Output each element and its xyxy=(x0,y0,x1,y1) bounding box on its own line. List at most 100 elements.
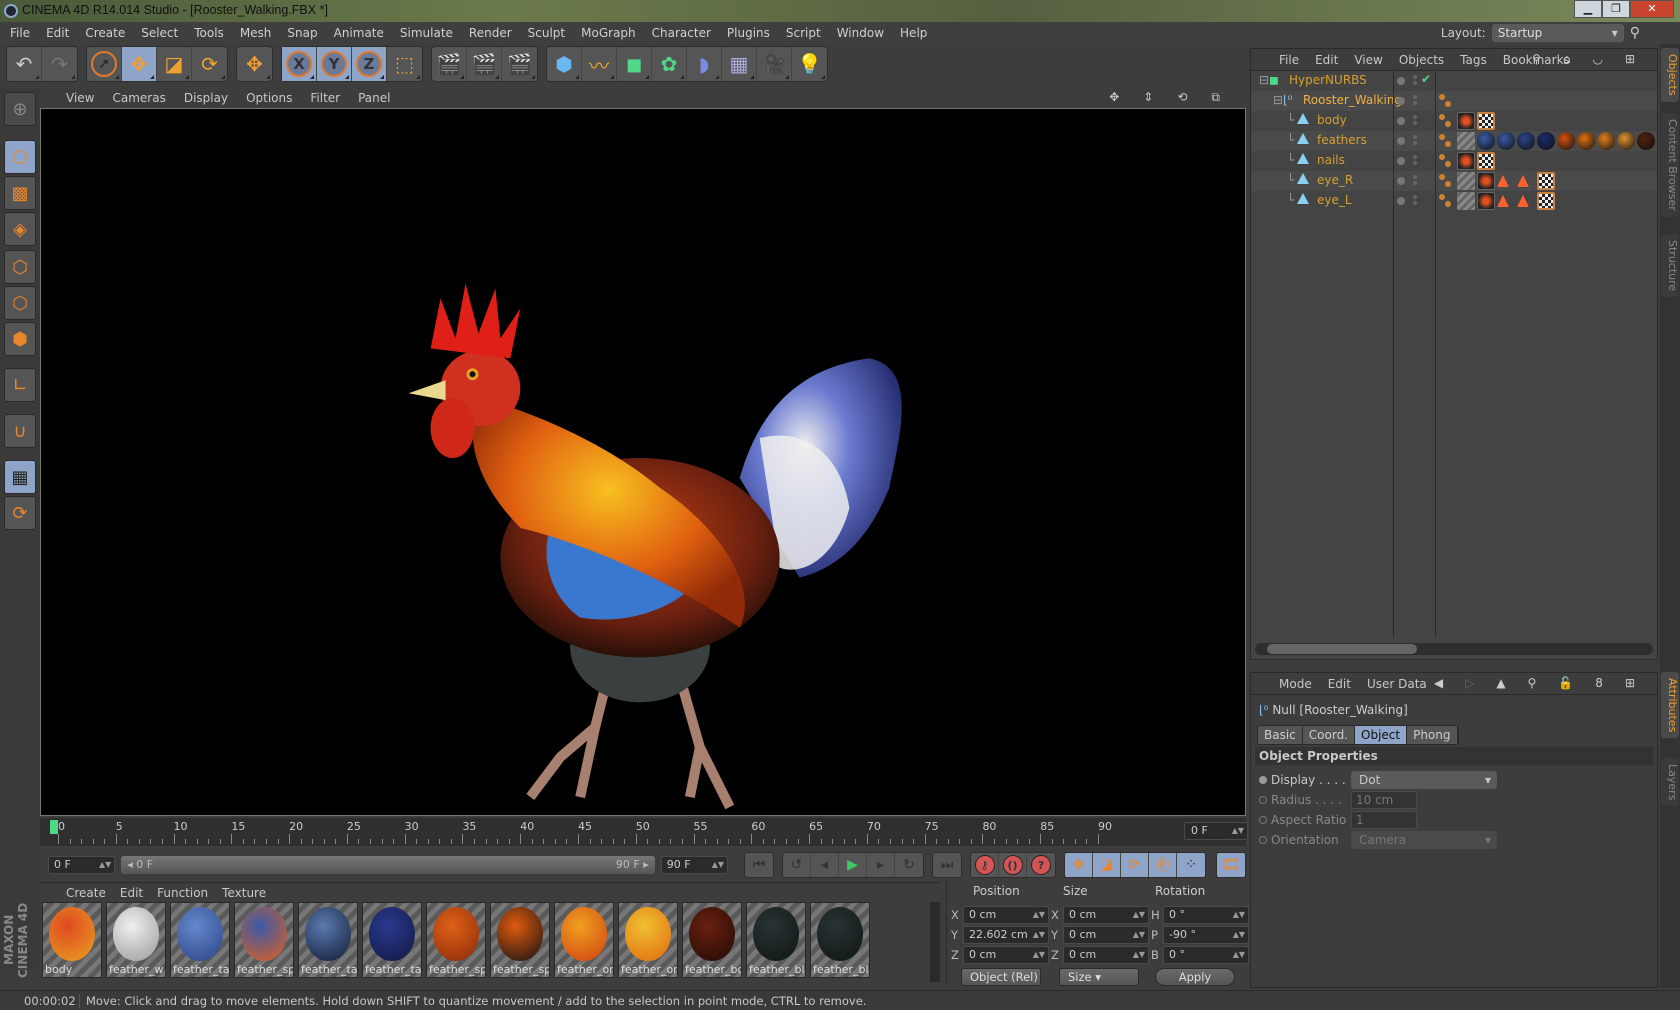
rotation-field[interactable]: 0 ° ▲▼ xyxy=(1163,946,1249,964)
animate-radio-icon[interactable] xyxy=(1259,816,1267,824)
menu-snap[interactable]: Snap xyxy=(287,26,317,40)
recent-tool-icon[interactable]: ✥ xyxy=(237,47,272,81)
selection-tag-icon[interactable] xyxy=(1497,175,1509,187)
back-arrow-icon[interactable]: ◀ xyxy=(1434,676,1443,690)
material-menu-texture[interactable]: Texture xyxy=(222,886,266,900)
object-row[interactable]: ⊟ ⌊⁰ Rooster_Walking xyxy=(1251,91,1657,111)
material-swatch[interactable]: feather_tai xyxy=(170,902,230,978)
rotation-field[interactable]: -90 ° ▲▼ xyxy=(1163,926,1249,944)
tree-expand-icon[interactable]: └ xyxy=(1287,113,1294,127)
animate-radio-icon[interactable] xyxy=(1259,836,1267,844)
tree-expand-icon[interactable]: ⊟ xyxy=(1273,93,1283,107)
workplane-mode-icon[interactable]: ◈ xyxy=(4,212,36,246)
enabled-checkmark[interactable]: ✔ xyxy=(1421,72,1431,86)
deformer-bend-icon[interactable]: ◗ xyxy=(687,47,722,81)
next-frame-icon[interactable]: ▸ xyxy=(867,853,895,877)
material-swatch[interactable]: body xyxy=(42,902,102,978)
go-to-start-icon[interactable]: ⏮ xyxy=(745,853,773,877)
object-menu-edit[interactable]: Edit xyxy=(1315,53,1338,67)
cube-icon[interactable]: ⬢ xyxy=(547,47,582,81)
material-tag-icon[interactable] xyxy=(1457,112,1475,130)
render-picture-viewer-icon[interactable]: 🎬 xyxy=(467,47,502,81)
material-swatch[interactable]: feather_spi xyxy=(490,902,550,978)
object-menu-view[interactable]: View xyxy=(1354,53,1382,67)
menu-file[interactable]: File xyxy=(10,26,30,40)
material-swatch[interactable]: feather_tai xyxy=(298,902,358,978)
previous-key-icon[interactable]: ↺ xyxy=(783,853,811,877)
hypernurbs-icon[interactable]: ◼ xyxy=(617,47,652,81)
position-key-icon[interactable]: ✥ xyxy=(1065,853,1093,877)
object-row[interactable]: └ body xyxy=(1251,111,1657,131)
menu-sculpt[interactable]: Sculpt xyxy=(528,26,565,40)
scale-key-icon[interactable]: ◪ xyxy=(1093,853,1121,877)
material-tag-icon[interactable] xyxy=(1477,172,1495,190)
viewport-menu-view[interactable]: View xyxy=(66,91,94,105)
rotation-key-icon[interactable]: ⟳ xyxy=(1121,853,1149,877)
material-swatch[interactable]: feather_ora xyxy=(554,902,614,978)
menu-help[interactable]: Help xyxy=(900,26,927,40)
forward-arrow-icon[interactable]: ▷ xyxy=(1465,676,1474,690)
menu-edit[interactable]: Edit xyxy=(46,26,69,40)
maximize-icon[interactable]: ⧉ xyxy=(1211,90,1220,105)
link-icon[interactable]: 8 xyxy=(1595,676,1603,690)
property-dropdown[interactable]: Dot xyxy=(1351,771,1497,789)
material-swatch[interactable]: feather_bla xyxy=(810,902,870,978)
visibility-dot[interactable] xyxy=(1397,177,1405,185)
material-scrollbar[interactable] xyxy=(930,902,940,982)
side-tab-layers[interactable]: Layers xyxy=(1661,758,1679,807)
material-tag-icon[interactable] xyxy=(1477,132,1495,150)
new-panel-icon[interactable]: ⊞ xyxy=(1625,52,1635,66)
3d-viewport[interactable] xyxy=(40,108,1246,816)
axis-mode-icon[interactable]: ∟ xyxy=(4,368,36,402)
material-swatch[interactable]: feather_spi xyxy=(234,902,294,978)
menu-select[interactable]: Select xyxy=(141,26,178,40)
render-settings-icon[interactable]: 🎬 xyxy=(502,47,537,81)
position-field[interactable]: 0 cm ▲▼ xyxy=(963,906,1049,924)
material-swatch[interactable]: feather_tai xyxy=(362,902,422,978)
orbit-icon[interactable]: ⟲ xyxy=(1177,90,1187,105)
next-key-icon[interactable]: ↻ xyxy=(895,853,923,877)
material-tag-icon[interactable] xyxy=(1477,192,1495,210)
floor-icon[interactable]: ▦ xyxy=(722,47,757,81)
point-level-key-icon[interactable]: ⁘ xyxy=(1177,853,1205,877)
object-row[interactable]: └ feathers xyxy=(1251,131,1657,151)
object-row[interactable]: └ eye_R xyxy=(1251,171,1657,191)
size-mode-dropdown[interactable]: Size ▾ xyxy=(1059,968,1139,986)
uvw-tag-icon[interactable] xyxy=(1537,172,1555,190)
menu-script[interactable]: Script xyxy=(786,26,821,40)
model-mode-icon[interactable]: ⬡ xyxy=(4,140,36,174)
selection-tag-icon[interactable] xyxy=(1517,175,1529,187)
spline-pen-icon[interactable]: 〰 xyxy=(582,47,617,81)
material-swatch[interactable]: feather_spi xyxy=(426,902,486,978)
material-swatch[interactable]: feather_bo xyxy=(682,902,742,978)
material-menu-edit[interactable]: Edit xyxy=(120,886,143,900)
uvw-tag-icon[interactable] xyxy=(1477,152,1495,170)
texture-tag-icon[interactable] xyxy=(1457,132,1475,150)
viewport-menu-panel[interactable]: Panel xyxy=(358,91,390,105)
start-frame-field[interactable]: 0 F ▲▼ xyxy=(48,856,116,874)
search-icon[interactable]: ⚲ xyxy=(1532,52,1541,66)
view-icon[interactable]: ◡ xyxy=(1592,52,1602,66)
tab-object[interactable]: Object xyxy=(1355,726,1408,744)
pan-icon[interactable]: ✥ xyxy=(1109,90,1119,105)
layout-dropdown[interactable]: Startup xyxy=(1491,24,1624,42)
x-axis-lock-icon[interactable]: X xyxy=(282,47,317,81)
render-visibility-dots[interactable] xyxy=(1413,75,1417,79)
texture-tag-icon[interactable] xyxy=(1457,192,1475,210)
lock-workplane-icon[interactable]: ▦ xyxy=(4,460,36,494)
render-visibility-dots[interactable] xyxy=(1413,175,1417,179)
material-tag-icon[interactable] xyxy=(1597,132,1615,150)
visibility-dot[interactable] xyxy=(1397,137,1405,145)
visibility-dot[interactable] xyxy=(1397,197,1405,205)
z-axis-lock-icon[interactable]: Z xyxy=(352,47,387,81)
edge-mode-icon[interactable]: ⬡ xyxy=(4,286,36,320)
material-swatch[interactable]: feather_w xyxy=(106,902,166,978)
coordinate-system-icon[interactable]: ⬚ xyxy=(387,47,422,81)
object-row[interactable]: └ eye_L xyxy=(1251,191,1657,211)
tree-expand-icon[interactable]: └ xyxy=(1287,193,1294,207)
object-name[interactable]: body xyxy=(1317,113,1347,127)
play-icon[interactable]: ▶ xyxy=(839,853,867,877)
texture-tag-icon[interactable] xyxy=(1457,172,1475,190)
object-name[interactable]: eye_L xyxy=(1317,193,1352,207)
scale-icon[interactable]: ◪ xyxy=(157,47,192,81)
